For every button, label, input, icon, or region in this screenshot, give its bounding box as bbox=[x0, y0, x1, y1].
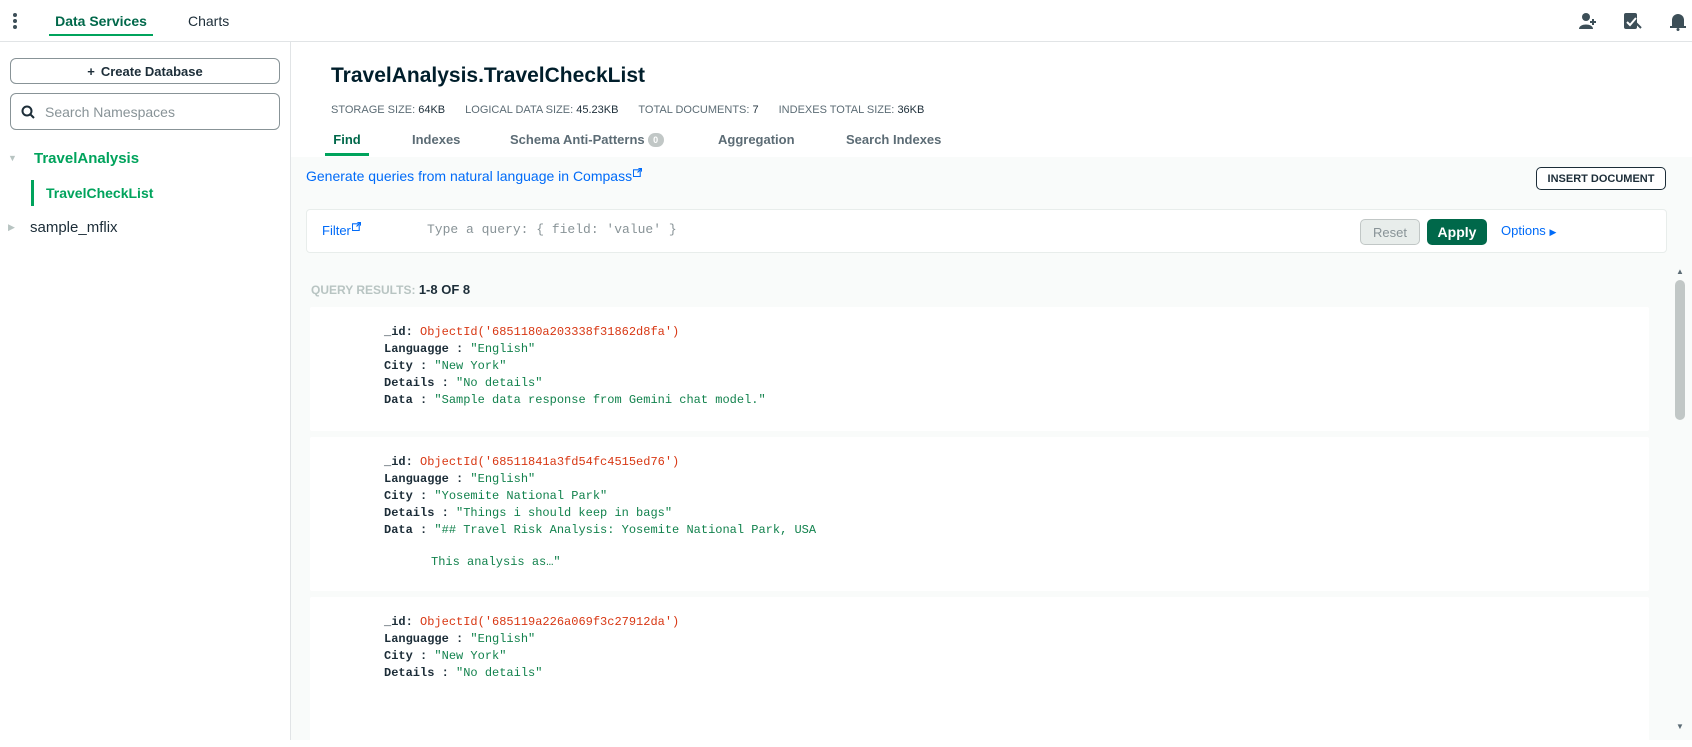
query-bar: Filter Reset Apply Options ▶ bbox=[306, 209, 1667, 253]
document-card[interactable]: _id: ObjectId('685119a226a069f3c27912da'… bbox=[310, 597, 1649, 747]
create-database-button[interactable]: + Create Database bbox=[10, 58, 280, 84]
stat-total-documents: TOTAL DOCUMENTS: 7 bbox=[638, 104, 759, 116]
search-icon bbox=[21, 105, 35, 119]
sidebar: + Create Database ▼ TravelAnalysis Trave… bbox=[0, 42, 291, 740]
sidebar-item-sample-mflix[interactable]: ▶ sample_mflix bbox=[0, 214, 291, 240]
search-namespaces-input[interactable] bbox=[45, 103, 265, 120]
page-title: TravelAnalysis.TravelCheckList bbox=[331, 64, 646, 87]
tab-schema-label: Schema Anti-Patterns bbox=[510, 132, 645, 147]
scroll-up-arrow-icon[interactable]: ▲ bbox=[1676, 267, 1684, 276]
generate-queries-link[interactable]: Generate queries from natural language i… bbox=[306, 168, 643, 184]
create-database-label: Create Database bbox=[100, 63, 203, 79]
count-badge: 0 bbox=[647, 133, 664, 147]
scroll-down-arrow-icon[interactable]: ▼ bbox=[1676, 722, 1684, 731]
main-panel: TravelAnalysis.TravelCheckList STORAGE S… bbox=[291, 42, 1692, 747]
tab-aggregation[interactable]: Aggregation bbox=[718, 125, 795, 156]
apply-button[interactable]: Apply bbox=[1427, 219, 1487, 245]
sidebar-item-travelchecklist[interactable]: TravelCheckList bbox=[31, 180, 281, 206]
database-name: sample_mflix bbox=[30, 218, 118, 236]
invite-user-icon[interactable] bbox=[1578, 11, 1598, 31]
tab-search-indexes[interactable]: Search Indexes bbox=[846, 125, 941, 156]
scrollbar-thumb[interactable] bbox=[1675, 280, 1685, 420]
collection-name: TravelCheckList bbox=[46, 185, 154, 201]
database-name: TravelAnalysis bbox=[34, 149, 140, 167]
reset-button[interactable]: Reset bbox=[1360, 219, 1420, 245]
collection-tabs: Find Indexes Schema Anti-Patterns 0 Aggre… bbox=[291, 125, 1692, 156]
notification-bell-icon[interactable] bbox=[1668, 11, 1688, 31]
tab-data-services[interactable]: Data Services bbox=[49, 0, 153, 36]
query-results-count: QUERY RESULTS: 1-8 OF 8 bbox=[311, 282, 471, 297]
stat-storage-size: STORAGE SIZE: 64KB bbox=[331, 104, 446, 116]
caret-right-icon: ▶ bbox=[1549, 227, 1557, 237]
namespace-search-box[interactable] bbox=[10, 93, 280, 130]
activity-feed-icon[interactable] bbox=[1622, 11, 1642, 31]
plus-icon: + bbox=[87, 63, 95, 79]
caret-down-icon[interactable]: ▼ bbox=[8, 153, 22, 163]
tab-indexes[interactable]: Indexes bbox=[412, 125, 460, 156]
insert-document-button[interactable]: INSERT DOCUMENT bbox=[1536, 167, 1666, 190]
tab-schema-anti-patterns[interactable]: Schema Anti-Patterns 0 bbox=[510, 125, 664, 156]
find-content: Generate queries from natural language i… bbox=[291, 157, 1692, 747]
caret-right-icon[interactable]: ▶ bbox=[8, 222, 22, 233]
stat-indexes-size: INDEXES TOTAL SIZE: 36KB bbox=[778, 104, 925, 116]
stat-logical-data-size: LOGICAL DATA SIZE: 45.23KB bbox=[465, 104, 619, 116]
more-vertical-icon[interactable] bbox=[8, 10, 22, 32]
top-navigation-bar: Data Services Charts bbox=[0, 0, 1692, 42]
collection-stats: STORAGE SIZE: 64KB LOGICAL DATA SIZE: 45… bbox=[331, 104, 924, 116]
filter-query-input[interactable] bbox=[427, 222, 1327, 237]
tab-charts[interactable]: Charts bbox=[188, 0, 229, 36]
document-card[interactable]: _id: ObjectId('6851180a203338f31862d8fa'… bbox=[310, 307, 1649, 431]
external-link-icon bbox=[351, 222, 361, 231]
document-card[interactable]: _id: ObjectId('68511841a3fd54fc4515ed76'… bbox=[310, 437, 1649, 591]
tab-find[interactable]: Find bbox=[325, 125, 369, 156]
data-continuation: This analysis as…" bbox=[431, 555, 561, 569]
options-toggle[interactable]: Options ▶ bbox=[1501, 223, 1556, 238]
sidebar-item-travelanalysis[interactable]: ▼ TravelAnalysis bbox=[0, 145, 291, 171]
filter-link[interactable]: Filter bbox=[322, 222, 361, 238]
external-link-icon bbox=[633, 168, 643, 177]
